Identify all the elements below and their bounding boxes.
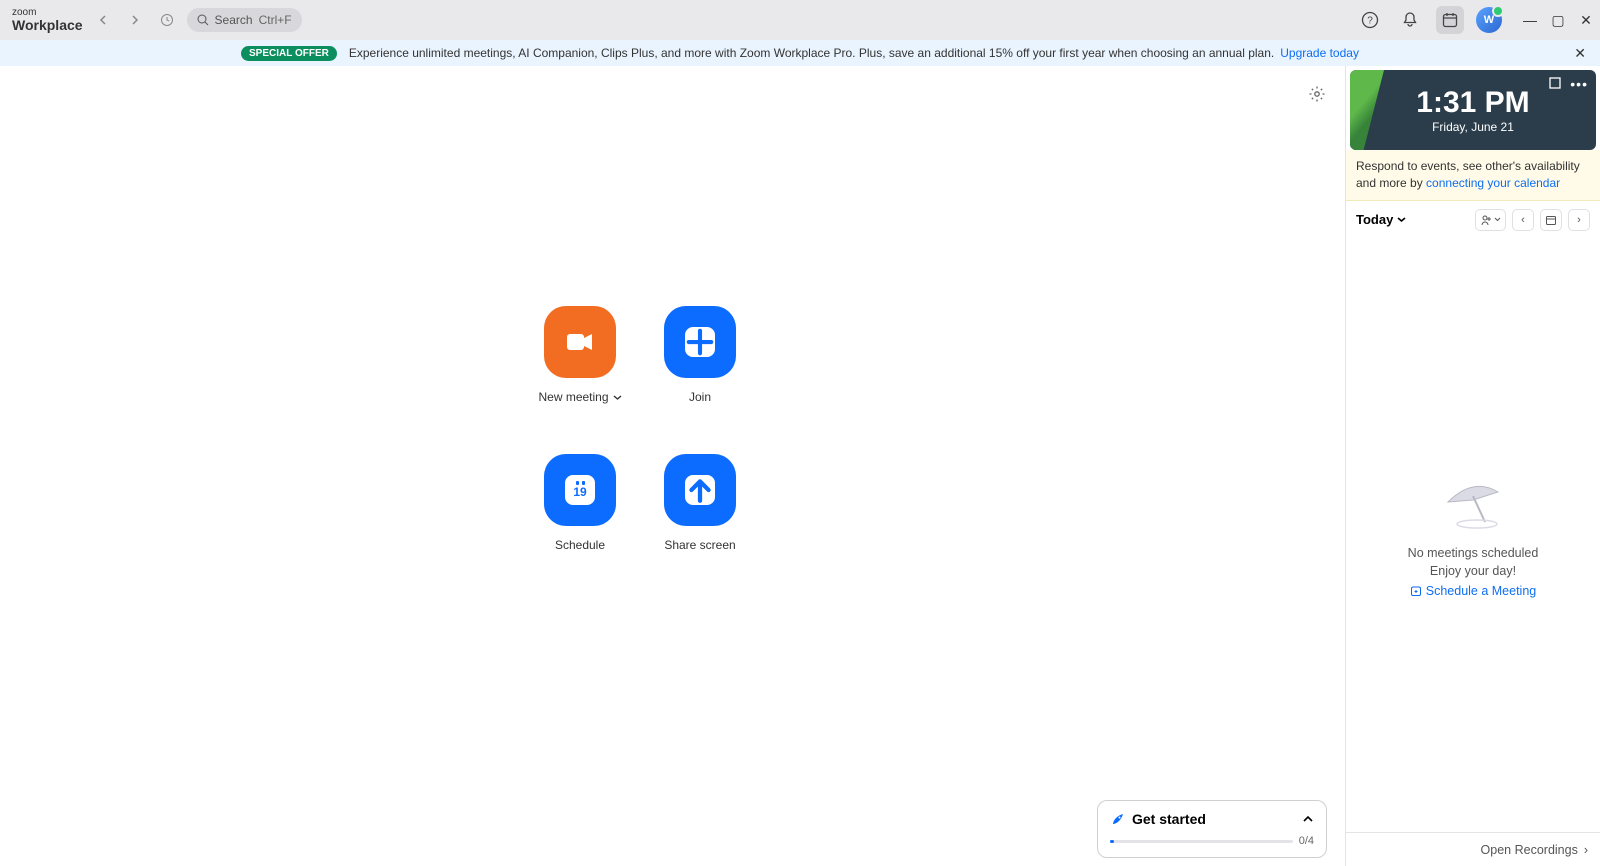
open-recordings-button[interactable]: Open Recordings › <box>1346 832 1600 866</box>
share-screen-label: Share screen <box>664 538 735 552</box>
help-icon: ? <box>1361 11 1379 29</box>
person-icon <box>1480 214 1492 226</box>
promo-close-button[interactable]: ✕ <box>1574 45 1586 62</box>
clock-more-button[interactable]: ••• <box>1570 76 1588 93</box>
brand-line2: Workplace <box>12 18 83 32</box>
main-area: New meeting Join 19 <box>0 66 1345 866</box>
avatar-initials: W <box>1484 14 1494 26</box>
expand-icon <box>1548 76 1562 90</box>
schedule-button[interactable]: 19 Schedule <box>520 454 640 552</box>
calendar-next-button[interactable]: › <box>1568 209 1590 231</box>
chevron-down-icon <box>1397 215 1406 224</box>
chevron-right-icon <box>130 15 140 25</box>
new-meeting-label: New meeting <box>538 390 621 404</box>
today-label: Today <box>1356 212 1393 227</box>
bell-icon <box>1401 11 1419 29</box>
calendar-empty-state: No meetings scheduled Enjoy your day! Sc… <box>1346 239 1600 832</box>
maximize-button[interactable]: ▢ <box>1552 12 1564 29</box>
action-label-text: New meeting <box>538 390 608 404</box>
promo-banner: SPECIAL OFFER Experience unlimited meeti… <box>0 40 1600 66</box>
join-tile <box>664 306 736 378</box>
gear-icon <box>1308 85 1326 103</box>
empty-line2: Enjoy your day! <box>1430 564 1516 578</box>
get-started-progress: 0/4 <box>1110 835 1314 847</box>
today-dropdown[interactable]: Today <box>1356 212 1406 227</box>
settings-button[interactable] <box>1303 80 1331 108</box>
search-placeholder: Search <box>215 13 253 27</box>
schedule-meeting-link[interactable]: Schedule a Meeting <box>1410 584 1537 598</box>
schedule-label: Schedule <box>555 538 605 552</box>
calendar-small-icon <box>1545 214 1557 226</box>
calendar-controls: Today ‹ › <box>1346 201 1600 239</box>
new-meeting-tile <box>544 306 616 378</box>
title-bar-left: zoom Workplace Search Ctrl+F <box>8 8 302 32</box>
search-icon <box>197 14 209 26</box>
body: New meeting Join 19 <box>0 66 1600 866</box>
arrow-up-icon <box>685 475 715 505</box>
rocket-icon <box>1110 811 1126 827</box>
close-button[interactable]: ✕ <box>1580 12 1592 29</box>
chevron-right-icon: › <box>1584 843 1588 857</box>
calendar-today-button[interactable] <box>1540 209 1562 231</box>
chevron-left-icon <box>98 15 108 25</box>
calendar-prev-button[interactable]: ‹ <box>1512 209 1534 231</box>
clock-decoration <box>1350 70 1384 150</box>
notifications-button[interactable] <box>1396 6 1424 34</box>
action-grid: New meeting Join 19 <box>520 306 760 552</box>
forward-button[interactable] <box>123 8 147 32</box>
calendar-sidebar: ••• 1:31 PM Friday, June 21 Respond to e… <box>1345 66 1600 866</box>
progress-track <box>1110 840 1293 843</box>
calendar-day-number: 19 <box>573 485 586 501</box>
video-camera-icon <box>563 325 597 359</box>
contacts-filter-button[interactable] <box>1475 209 1506 231</box>
search-shortcut: Ctrl+F <box>259 13 292 27</box>
calendar-day-icon: 19 <box>565 475 595 505</box>
search-input[interactable]: Search Ctrl+F <box>187 8 302 32</box>
umbrella-icon <box>1433 472 1513 532</box>
promo-pill: SPECIAL OFFER <box>241 46 337 61</box>
profile-avatar[interactable]: W <box>1476 7 1502 33</box>
window-controls: — ▢ ✕ <box>1524 12 1592 29</box>
svg-text:?: ? <box>1367 16 1373 27</box>
history-button[interactable] <box>155 8 179 32</box>
clock-time: 1:31 PM <box>1416 86 1529 120</box>
progress-count: 0/4 <box>1299 835 1314 847</box>
share-screen-button[interactable]: Share screen <box>640 454 760 552</box>
empty-line1: No meetings scheduled <box>1408 546 1539 560</box>
help-button[interactable]: ? <box>1356 6 1384 34</box>
title-bar-right: ? W — ▢ ✕ <box>1356 6 1592 34</box>
join-label: Join <box>689 390 711 404</box>
open-recordings-label: Open Recordings <box>1481 843 1578 857</box>
calendar-connect-prompt: Respond to events, see other's availabil… <box>1346 150 1600 201</box>
calendar-icon <box>1441 11 1459 29</box>
calendar-plus-icon <box>1410 585 1422 597</box>
clock-card: ••• 1:31 PM Friday, June 21 <box>1350 70 1596 150</box>
new-meeting-button[interactable]: New meeting <box>520 306 640 404</box>
chevron-down-icon <box>1494 216 1501 223</box>
calendar-toggle-button[interactable] <box>1436 6 1464 34</box>
share-screen-tile <box>664 454 736 526</box>
chevron-down-icon[interactable] <box>613 393 622 402</box>
promo-text: Experience unlimited meetings, AI Compan… <box>349 46 1274 60</box>
clock-expand-button[interactable] <box>1548 76 1562 93</box>
clock-date: Friday, June 21 <box>1432 120 1514 134</box>
back-button[interactable] <box>91 8 115 32</box>
plus-icon <box>685 327 715 357</box>
schedule-meeting-label: Schedule a Meeting <box>1426 584 1537 598</box>
chevron-up-icon <box>1302 813 1314 825</box>
brand-logo: zoom Workplace <box>8 8 83 32</box>
title-bar: zoom Workplace Search Ctrl+F Home Meetin… <box>0 0 1600 40</box>
get-started-title: Get started <box>1132 811 1206 827</box>
promo-link[interactable]: Upgrade today <box>1280 46 1359 60</box>
minimize-button[interactable]: — <box>1524 12 1536 29</box>
join-button[interactable]: Join <box>640 306 760 404</box>
schedule-tile: 19 <box>544 454 616 526</box>
history-icon <box>160 13 174 27</box>
connect-calendar-link[interactable]: connecting your calendar <box>1426 176 1560 190</box>
get-started-toggle[interactable]: Get started <box>1110 811 1314 827</box>
get-started-card: Get started 0/4 <box>1097 800 1327 858</box>
